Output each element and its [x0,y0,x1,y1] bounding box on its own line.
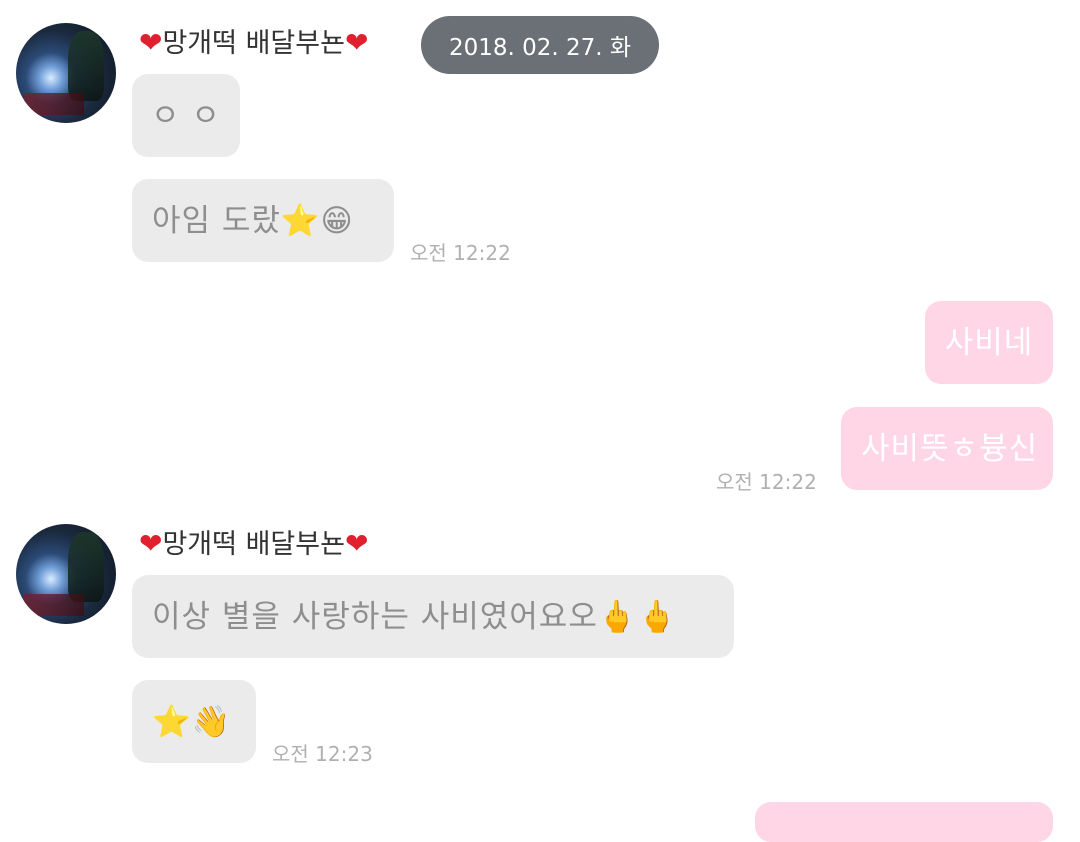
sender-name: ❤망개떡 배달부뇬❤ [139,527,368,562]
message-timestamp: 오전 12:23 [272,742,373,766]
message-timestamp: 오전 12:22 [716,470,817,494]
message-text: 사비네 [944,324,1034,361]
heart-icon: ❤ [139,26,163,59]
date-divider: 2018. 02. 27. 화 [421,16,659,74]
message-bubble-outgoing[interactable]: 사비네 [925,301,1053,384]
sender-name-text: 망개떡 배달부뇬 [162,28,345,59]
message-bubble[interactable]: 아임 도랐⭐😁 [132,179,394,262]
message-bubble[interactable]: 이상 별을 사랑하는 사비였어요오🖕🖕 [132,575,734,658]
sender-avatar[interactable] [16,524,116,624]
heart-icon: ❤ [344,26,369,59]
message-text: 이상 별을 사랑하는 사비였어요오🖕🖕 [152,598,678,635]
message-bubble[interactable]: ⭐👋 [132,680,256,763]
message-text: 아임 도랐⭐😁 [152,202,354,239]
heart-icon: ❤ [344,527,369,560]
message-bubble-outgoing[interactable]: 사비뜻ㅎ븅신 [841,407,1053,490]
sender-name: ❤망개떡 배달부뇬❤ [139,26,368,61]
message-text: ㅇ ㅇ [151,97,221,134]
message-bubble-outgoing-partial[interactable] [755,802,1053,842]
sender-avatar[interactable] [16,23,116,123]
message-bubble[interactable]: ㅇ ㅇ [132,74,240,157]
sender-name-text: 망개떡 배달부뇬 [162,529,345,560]
message-text: 사비뜻ㅎ븅신 [861,430,1039,467]
message-timestamp: 오전 12:22 [410,241,511,265]
message-text: ⭐👋 [152,703,232,740]
heart-icon: ❤ [139,527,163,560]
